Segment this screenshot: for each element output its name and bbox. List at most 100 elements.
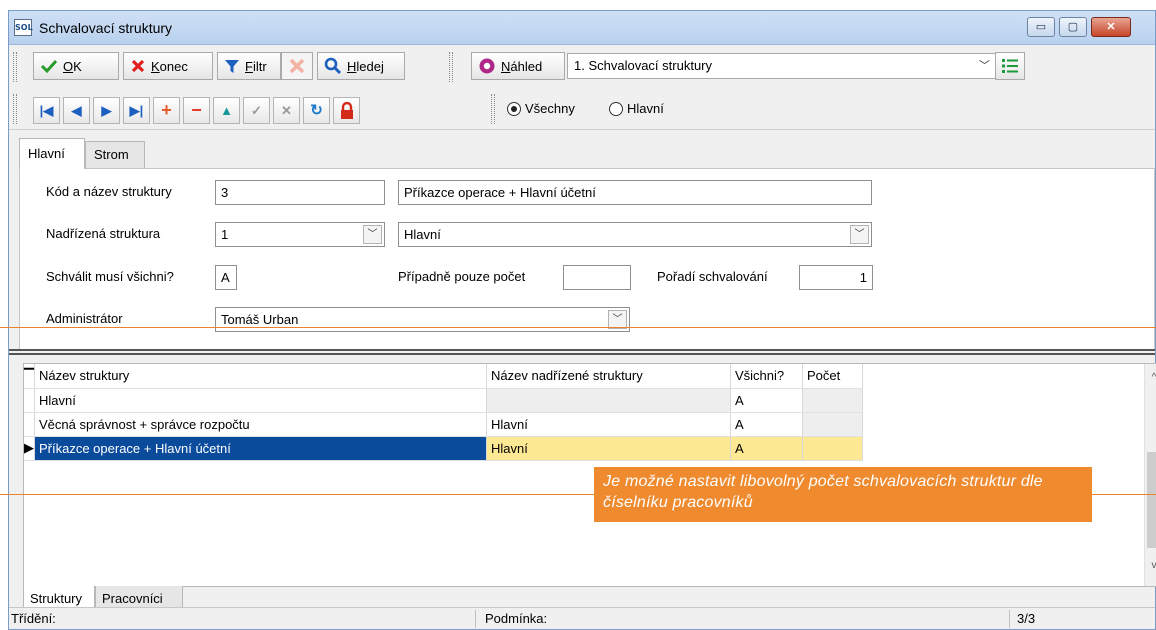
status-divider [1009,610,1010,628]
title-bar: SOL Schvalovací struktury ▭ ▢ ✕ [9,11,1155,45]
lock-button[interactable] [333,97,360,124]
cell-parent[interactable]: Hlavní [486,412,731,437]
radio-main-indicator [609,101,623,116]
panel-splitter[interactable] [9,349,1155,355]
close-x-icon [131,59,145,73]
scrollbar-thumb[interactable] [1147,452,1156,548]
cell-parent[interactable] [486,388,731,413]
cell-name[interactable]: Hlavní [34,388,487,413]
chevron-down-icon[interactable]: ﹀ [363,225,382,244]
move-up-button[interactable]: ▲ [213,97,240,124]
order-input[interactable]: 1 [799,265,873,290]
cell-count[interactable] [802,436,863,461]
delete-record-button[interactable]: − [183,97,210,124]
cell-count[interactable] [802,388,863,413]
konec-label: onec [159,58,188,74]
confirm-record-button[interactable]: ✓ [243,97,270,124]
cell-count[interactable] [802,412,863,437]
refresh-icon: ↻ [310,102,323,119]
cell-name[interactable]: Příkazce operace + Hlavní účetní [34,436,487,461]
annotation-callout: Je možné nastavit libovolný počet schval… [594,467,1092,522]
status-divider [475,610,476,628]
hledej-label-underlined: H [347,58,357,74]
tab-strom[interactable]: Strom [85,141,145,169]
only-count-input[interactable] [563,265,631,290]
all-must-label: Schválit musí všichni? [46,269,174,284]
view-select[interactable]: 1. Schvalovací struktury ﹀ [567,53,997,79]
next-record-button[interactable]: ▶ [93,97,120,124]
hledej-label: ledej [356,58,384,74]
toolbar-grip [13,52,17,82]
nahled-button[interactable]: Náhled [471,52,565,80]
all-must-input[interactable]: A [215,265,237,290]
refresh-button[interactable]: ↻ [303,97,330,124]
column-header-count[interactable]: Počet [802,364,863,389]
table-header: ▔ Název struktury Název nadřízené strukt… [24,364,863,389]
code-input[interactable]: 3 [215,180,385,205]
main-toolbar: OK Konec Filtr Hledej Náhled 1. Schvalov… [9,46,1155,86]
konec-label-underlined: K [151,58,160,74]
maximize-button[interactable]: ▢ [1059,17,1087,37]
list-icon [1002,59,1018,73]
close-window-button[interactable]: ✕ [1091,17,1131,37]
select-all-checkbox[interactable]: ▔ [24,364,35,389]
parent-name-select[interactable]: Hlavní ﹀ [398,222,872,247]
nahled-label: áhled [510,58,543,74]
navigator-grip [13,94,17,124]
up-icon: ▲ [220,103,233,118]
name-input[interactable]: Příkazce operace + Hlavní účetní [398,180,872,205]
cell-all[interactable]: A [730,412,803,437]
cell-name[interactable]: Věcná správnost + správce rozpočtu [34,412,487,437]
nahled-label-underlined: N [501,58,511,74]
annotation-line [0,327,1156,328]
last-record-button[interactable]: ▶| [123,97,150,124]
cancel-record-button[interactable]: ✕ [273,97,300,124]
order-label: Pořadí schvalování [657,269,768,284]
radio-main[interactable]: Hlavní [609,101,664,116]
radio-all[interactable]: Všechny [507,101,575,116]
navigator-grip-2 [491,94,495,124]
list-button[interactable] [995,52,1025,80]
prev-record-icon: ◀ [71,103,82,118]
add-record-button[interactable]: + [153,97,180,124]
chevron-down-icon[interactable]: v [1145,560,1156,571]
parent-code-value: 1 [221,227,229,242]
column-header-all[interactable]: Všichni? [730,364,803,389]
parent-name-value: Hlavní [404,227,441,242]
admin-select[interactable]: Tomáš Urban ﹀ [215,307,630,332]
check-icon [40,59,58,74]
clear-filter-button[interactable] [281,52,313,80]
filtr-button[interactable]: Filtr [217,52,281,80]
cell-all[interactable]: A [730,388,803,413]
current-row-indicator: ▶ [24,436,35,461]
filtr-label: iltr [252,58,267,74]
cell-all[interactable]: A [730,436,803,461]
chevron-up-icon[interactable]: ^ [1145,372,1156,383]
lock-icon [340,101,353,119]
tab-hlavni[interactable]: Hlavní [19,138,85,169]
grid-scrollbar[interactable]: ^ v [1144,364,1156,586]
minimize-button[interactable]: ▭ [1027,17,1055,37]
cell-parent[interactable]: Hlavní [486,436,731,461]
first-record-icon: |◀ [39,103,54,118]
hledej-button[interactable]: Hledej [317,52,405,80]
konec-button[interactable]: Konec [123,52,213,80]
parent-code-select[interactable]: 1 ﹀ [215,222,385,247]
confirm-icon: ✓ [251,103,262,118]
chevron-down-icon[interactable]: ﹀ [850,225,869,244]
cancel-icon: ✕ [281,103,292,118]
record-count: 3/3 [1017,611,1036,626]
chevron-down-icon: ﹀ [979,60,990,72]
table-row-selected[interactable]: ▶ Příkazce operace + Hlavní účetní Hlavn… [24,436,863,461]
delete-icon: − [191,100,202,120]
column-header-parent[interactable]: Název nadřízené struktury [486,364,731,389]
table-row[interactable]: Hlavní A [24,388,863,413]
first-record-button[interactable]: |◀ [33,97,60,124]
ok-button[interactable]: OK [33,52,119,80]
filtr-label-underlined: F [245,58,253,74]
table-row[interactable]: Věcná správnost + správce rozpočtu Hlavn… [24,412,863,437]
condition-label: Podmínka: [485,611,548,626]
row-indicator [24,412,35,437]
prev-record-button[interactable]: ◀ [63,97,90,124]
column-header-name[interactable]: Název struktury [34,364,487,389]
